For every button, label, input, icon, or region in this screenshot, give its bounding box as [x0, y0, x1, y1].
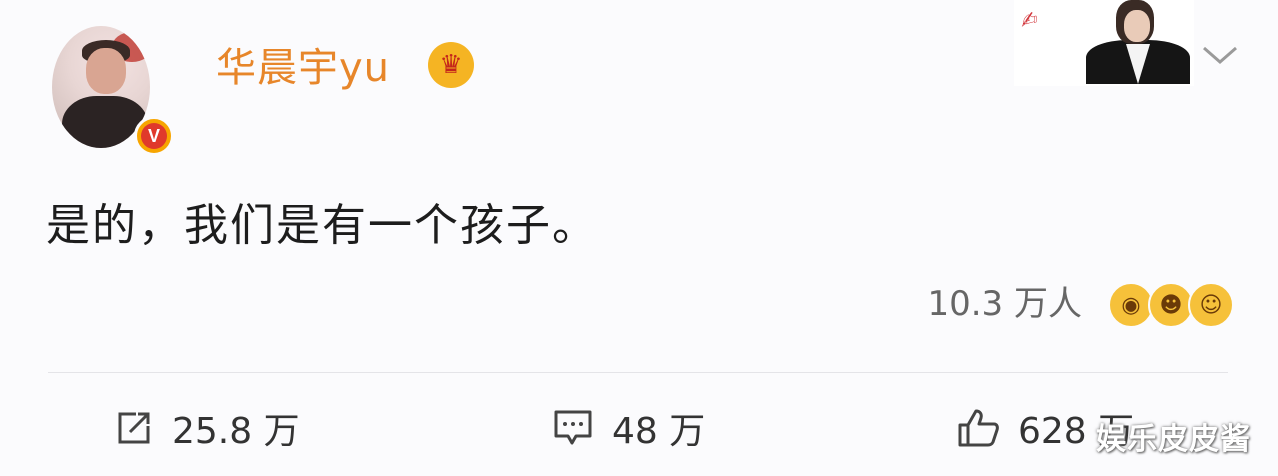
chevron-down-icon[interactable] — [1200, 40, 1240, 70]
post-text: 是的，我们是有一个孩子。 — [46, 200, 598, 251]
divider — [48, 372, 1228, 373]
crown-glyph: ♛ — [439, 50, 463, 80]
watermark: 娱乐皮皮酱 — [1096, 422, 1251, 457]
signature-graphic: ✍︎ — [1016, 6, 1039, 34]
verified-badge-icon: V — [134, 116, 174, 156]
avatar-face — [86, 48, 126, 94]
verified-badge-label: V — [141, 123, 167, 149]
crown-vip-icon[interactable]: ♛ — [428, 42, 474, 88]
comment-button[interactable]: 48 万 — [552, 400, 705, 456]
repost-count: 25.8 万 — [172, 411, 300, 452]
comment-count: 48 万 — [612, 411, 706, 452]
laughing-emoji-icon[interactable]: ☺ — [1188, 282, 1234, 328]
card-cover-thumbnail: ✍︎ — [1014, 0, 1194, 86]
cover-person-face — [1124, 10, 1150, 42]
comment-icon — [554, 410, 592, 445]
share-icon — [118, 412, 150, 444]
thumbs-up-icon — [958, 409, 999, 447]
reaction-count[interactable]: 10.3 万人 — [927, 282, 1082, 326]
author-name[interactable]: 华晨宇yu — [216, 44, 390, 92]
repost-button[interactable]: 25.8 万 — [114, 400, 300, 456]
